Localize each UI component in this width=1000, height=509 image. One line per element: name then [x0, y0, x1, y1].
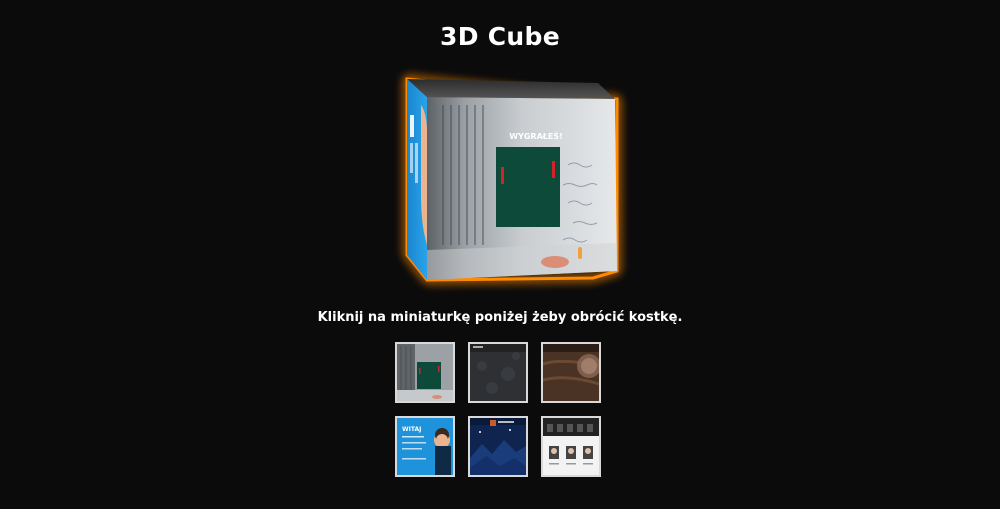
- left-paddle: [501, 167, 504, 184]
- thumbnail-night-landscape[interactable]: [468, 416, 528, 477]
- cube-top-face: [407, 79, 615, 99]
- thumbnail-grid: WITAJ: [395, 342, 607, 482]
- thumbnail-pong-game[interactable]: [395, 342, 455, 403]
- right-paddle: [552, 161, 555, 178]
- pink-object: [541, 256, 569, 268]
- thumbnail-gallery-page[interactable]: [541, 416, 601, 477]
- cube-side-face: [407, 79, 428, 280]
- thumbnail-portfolio-welcome[interactable]: WITAJ: [395, 416, 455, 477]
- front-face-heading: WYGRAŁEŚ!: [509, 130, 563, 141]
- thumbnail-welcome-heading: WITAJ: [402, 426, 421, 433]
- pong-board: [496, 147, 560, 227]
- thumbnail-wooden-surface[interactable]: [541, 342, 601, 403]
- thumbnail-dark-stone[interactable]: [468, 342, 528, 403]
- cube-front-face: WYGRAŁEŚ!: [427, 97, 617, 280]
- page: 3D Cube WYGRAŁEŚ! Kliknij na miniaturkę …: [0, 0, 1000, 509]
- 3d-cube[interactable]: WYGRAŁEŚ!: [403, 75, 619, 287]
- page-title: 3D Cube: [440, 22, 560, 51]
- rotate-instruction: Kliknij na miniaturkę poniżej żeby obróc…: [317, 310, 683, 325]
